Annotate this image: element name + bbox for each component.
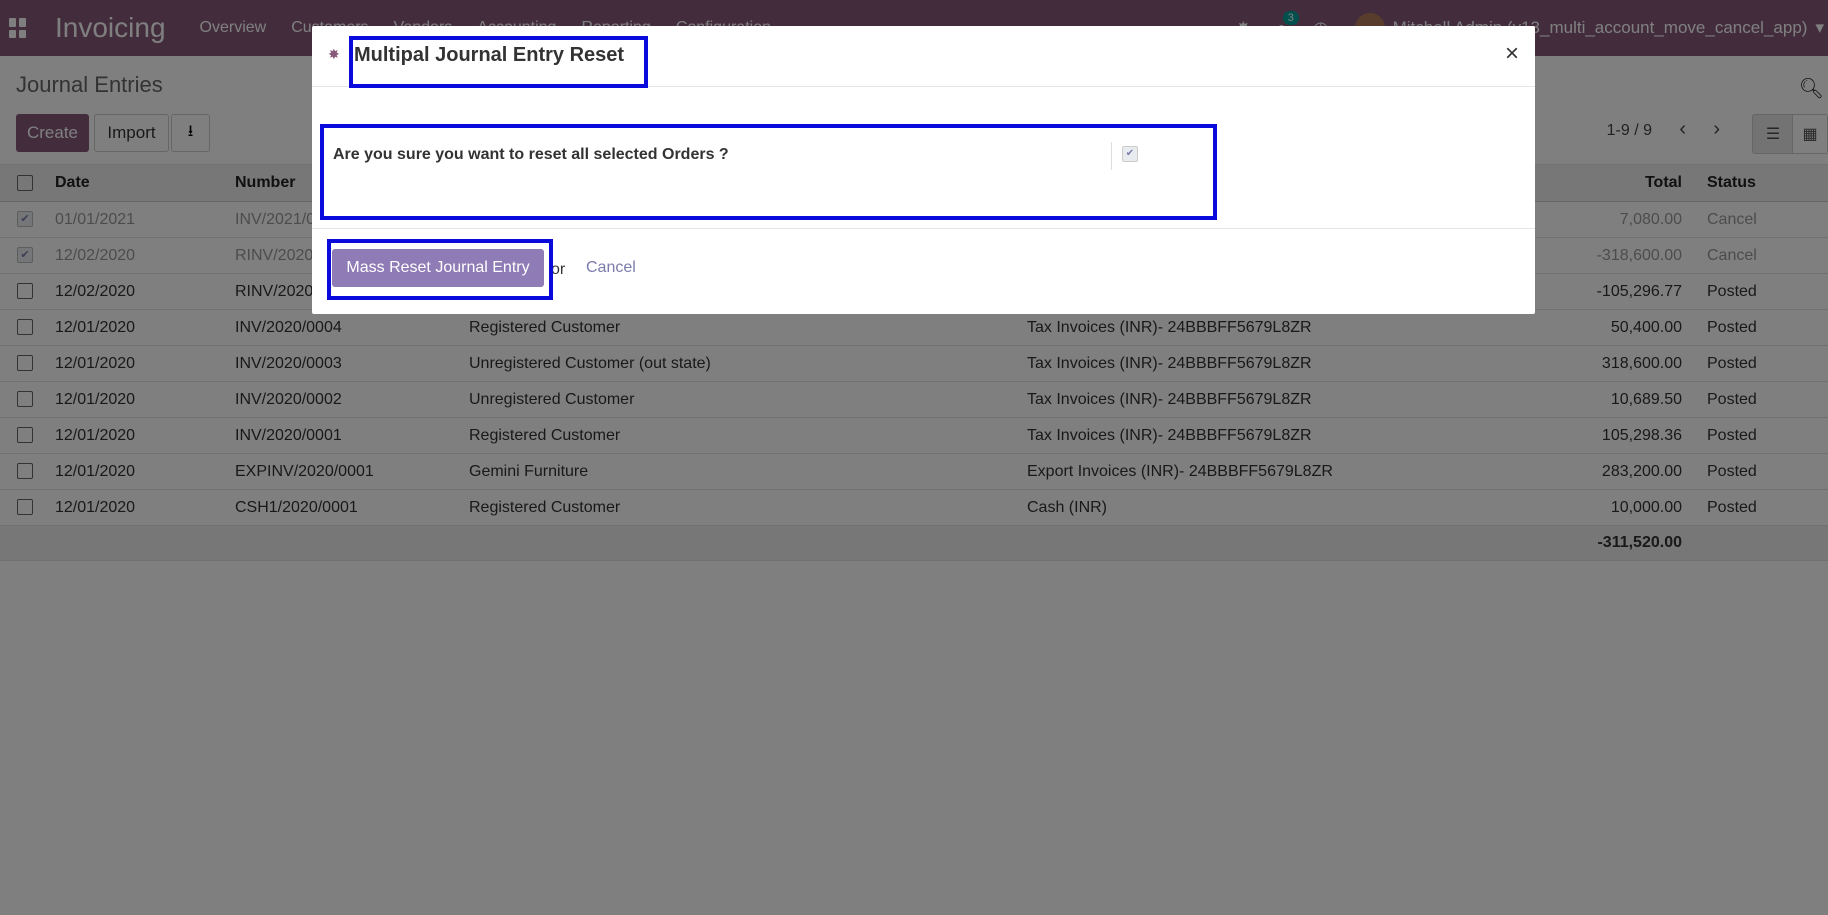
dialog-title: Multipal Journal Entry Reset <box>354 44 625 66</box>
dialog-header: ✸ Multipal Journal Entry Reset × <box>312 26 1535 87</box>
close-icon[interactable]: × <box>1505 40 1519 68</box>
cancel-link[interactable]: Cancel <box>586 259 636 277</box>
or-text: or <box>551 261 566 278</box>
dialog-footer: Mass Reset Journal Entry or Cancel <box>312 228 1535 315</box>
mass-reset-button[interactable]: Mass Reset Journal Entry <box>332 249 544 287</box>
confirm-checkbox[interactable]: ✔ <box>1122 146 1138 162</box>
bug-icon: ✸ <box>328 46 340 62</box>
reset-dialog: ✸ Multipal Journal Entry Reset × Are you… <box>312 26 1535 314</box>
field-divider <box>1111 142 1112 170</box>
confirm-question: Are you sure you want to reset all selec… <box>333 146 729 163</box>
